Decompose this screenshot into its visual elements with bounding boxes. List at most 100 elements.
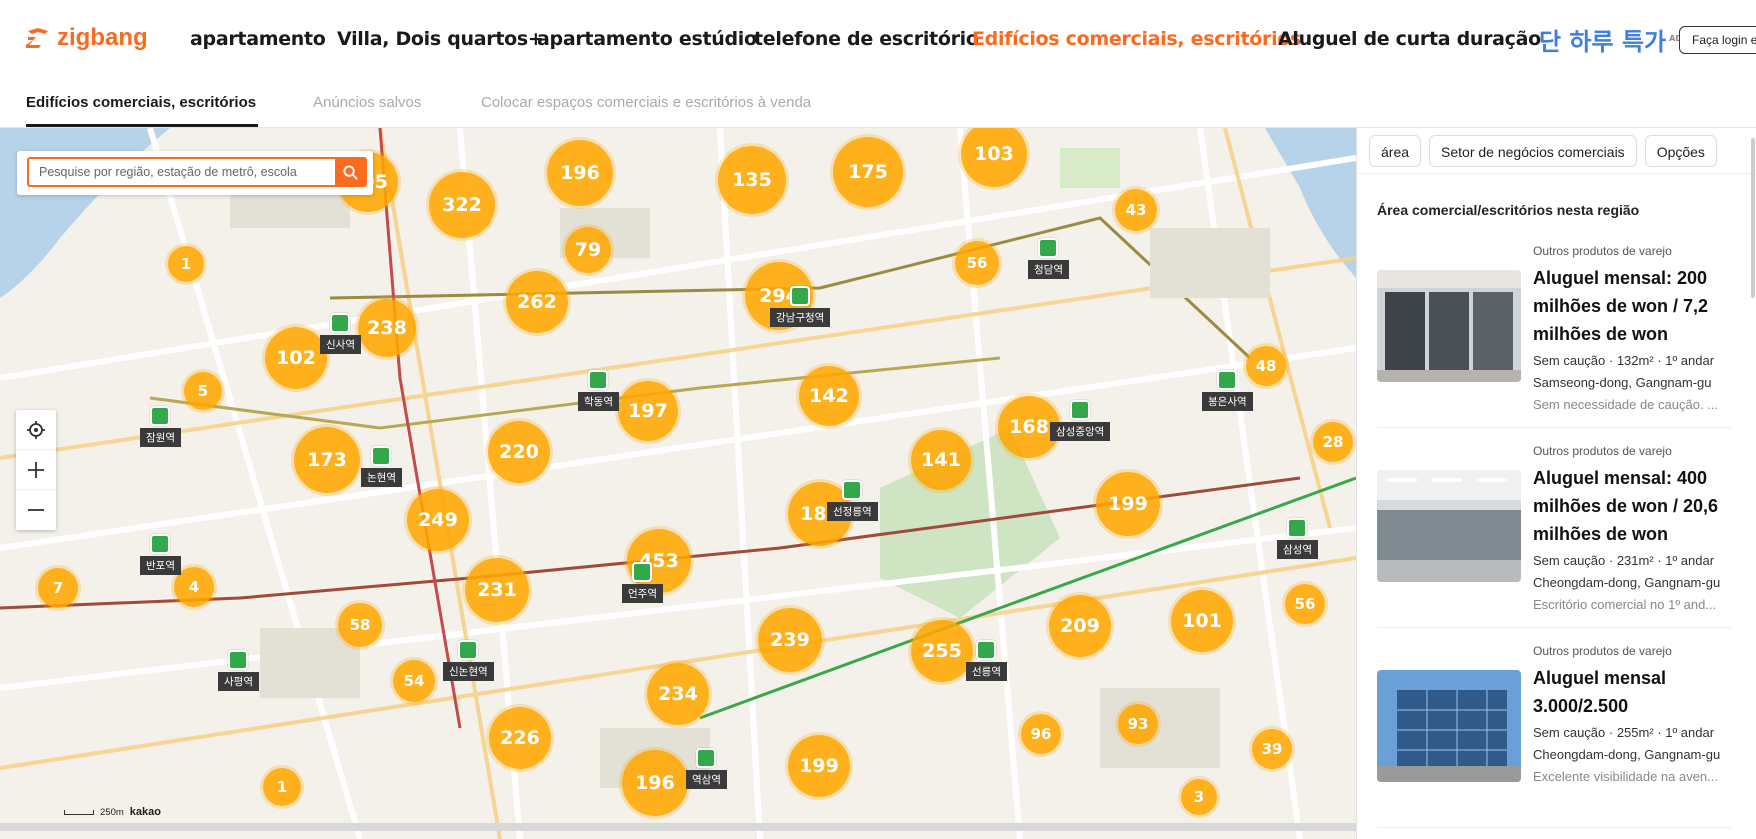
cluster-marker[interactable]: 93 <box>1118 704 1158 744</box>
panel-scrollbar[interactable] <box>1751 138 1755 298</box>
subway-station-marker[interactable]: 삼성역 <box>1277 518 1318 559</box>
cluster-marker[interactable]: 209 <box>1049 595 1111 657</box>
subway-station-marker[interactable]: 신논현역 <box>443 640 494 681</box>
listing-panel: área Setor de negócios comerciais Opções… <box>1356 128 1756 839</box>
tab-saved-listings[interactable]: Anúncios salvos <box>313 94 421 111</box>
nav-short-term-rental[interactable]: Aluguel de curta duração <box>1278 28 1541 50</box>
filter-area[interactable]: área <box>1369 134 1422 167</box>
filter-business-sector[interactable]: Setor de negócios comerciais <box>1429 134 1637 167</box>
cluster-marker[interactable]: 249 <box>407 489 469 551</box>
cluster-marker[interactable]: 56 <box>955 241 999 285</box>
cluster-marker[interactable]: 197 <box>618 381 678 441</box>
listing-specs: Sem caução · 132m² · 1º andar <box>1533 353 1715 368</box>
subway-station-marker[interactable]: 사평역 <box>218 650 259 691</box>
locate-icon <box>27 420 45 439</box>
cluster-marker[interactable]: 56 <box>1285 584 1325 624</box>
subway-station-marker[interactable]: 학동역 <box>578 370 619 411</box>
cluster-marker[interactable]: 196 <box>622 750 688 816</box>
zigbang-logo[interactable]: zigbang <box>25 24 148 52</box>
cluster-marker[interactable]: 255 <box>911 620 973 682</box>
nav-apartment[interactable]: apartamento <box>190 28 326 50</box>
map-provider-logo: kakao <box>129 806 161 818</box>
subway-station-marker[interactable]: 선릉역 <box>966 640 1007 681</box>
listing-description: Sem necessidade de caução. ... <box>1533 397 1719 412</box>
cluster-marker[interactable]: 102 <box>265 327 327 389</box>
cluster-marker[interactable]: 239 <box>758 608 822 672</box>
cluster-marker[interactable]: 54 <box>393 660 435 702</box>
cluster-marker[interactable]: 238 <box>358 299 416 357</box>
zigbang-logo-icon <box>26 28 48 48</box>
cluster-marker[interactable]: 199 <box>1096 472 1160 536</box>
cluster-marker[interactable]: 231 <box>465 558 529 622</box>
listing-card[interactable]: Outros produtos de varejo Aluguel mensal… <box>1377 440 1731 628</box>
subway-station-marker[interactable]: 역삼역 <box>686 748 727 789</box>
subway-station-marker[interactable]: 잠원역 <box>140 406 181 447</box>
cluster-marker[interactable]: 135 <box>718 146 786 214</box>
station-name: 사평역 <box>218 672 259 691</box>
map-canvas[interactable]: 3053221961351751034379561262294238102519… <box>0 128 1356 839</box>
cluster-marker[interactable]: 3 <box>1181 779 1217 815</box>
cluster-marker[interactable]: 96 <box>1021 714 1061 754</box>
cluster-marker[interactable]: 226 <box>489 707 551 769</box>
cluster-marker[interactable]: 196 <box>547 140 613 206</box>
subway-station-marker[interactable]: 논현역 <box>361 446 402 487</box>
cluster-marker[interactable]: 234 <box>647 663 709 725</box>
subway-icon <box>458 640 479 660</box>
cluster-marker[interactable]: 39 <box>1252 729 1292 769</box>
cluster-marker[interactable]: 1 <box>263 768 301 806</box>
nav-studio[interactable]: apartamento estúdio <box>537 28 757 50</box>
subway-station-marker[interactable]: 선정릉역 <box>827 480 878 521</box>
cluster-marker[interactable]: 7 <box>38 568 78 608</box>
listing-specs: Sem caução · 231m² · 1º andar <box>1533 553 1715 568</box>
promo-text: 단 하루 특가 <box>1539 28 1667 56</box>
subway-station-marker[interactable]: 봉은사역 <box>1202 370 1253 411</box>
minus-icon <box>28 509 44 511</box>
cluster-marker[interactable]: 5 <box>184 372 222 410</box>
subway-station-marker[interactable]: 강남구청역 <box>770 286 831 327</box>
station-name: 삼성중앙역 <box>1050 422 1111 441</box>
listing-title: Aluguel mensal: 400 milhões de won / 20,… <box>1533 468 1719 544</box>
cluster-marker[interactable]: 79 <box>565 227 611 273</box>
tab-list-property-for-sale[interactable]: Colocar espaços comerciais e escritórios… <box>481 94 811 111</box>
cluster-marker[interactable]: 43 <box>1115 189 1157 231</box>
cluster-marker[interactable]: 262 <box>506 271 568 333</box>
subway-station-marker[interactable]: 신사역 <box>320 313 361 354</box>
horizontal-scrollbar[interactable] <box>0 823 1400 831</box>
zoom-in-button[interactable] <box>16 450 56 490</box>
subway-station-marker[interactable]: 반포역 <box>140 534 181 575</box>
nav-office-phone[interactable]: telefone de escritório <box>754 28 979 50</box>
cluster-marker[interactable]: 220 <box>488 421 550 483</box>
zoom-out-button[interactable] <box>16 490 56 530</box>
cluster-marker[interactable]: 1 <box>168 246 204 282</box>
cluster-marker[interactable]: 175 <box>833 137 903 207</box>
login-button[interactable]: Faça login e <box>1679 26 1756 54</box>
search-input[interactable] <box>29 159 335 185</box>
listing-location: Cheongdam-dong, Gangnam-gu <box>1533 747 1721 762</box>
subway-station-marker[interactable]: 삼성중앙역 <box>1050 400 1111 441</box>
search-box <box>17 151 373 195</box>
cluster-marker[interactable]: 28 <box>1313 422 1353 462</box>
cluster-marker[interactable]: 141 <box>911 430 971 490</box>
tab-commercial-buildings[interactable]: Edifícios comerciais, escritórios <box>26 94 256 111</box>
filter-options[interactable]: Opções <box>1644 134 1717 167</box>
search-icon <box>342 164 358 180</box>
locate-button[interactable] <box>16 410 56 450</box>
cluster-marker[interactable]: 173 <box>294 427 360 493</box>
listing-card[interactable]: Outros produtos de varejo Aluguel mensal… <box>1377 240 1731 428</box>
search-button[interactable] <box>335 158 365 186</box>
cluster-marker[interactable]: 322 <box>429 172 495 238</box>
cluster-marker[interactable]: 142 <box>799 366 859 426</box>
promo-banner[interactable]: 단 하루 특가 AD <box>1539 22 1682 57</box>
nav-commercial-buildings[interactable]: Edifícios comerciais, escritórios <box>972 28 1301 50</box>
subway-station-marker[interactable]: 언주역 <box>622 562 663 603</box>
subway-icon <box>842 480 863 500</box>
subway-station-marker[interactable]: 청담역 <box>1028 238 1069 279</box>
nav-villa[interactable]: Villa, Dois quartos+ <box>337 28 544 50</box>
listing-location: Cheongdam-dong, Gangnam-gu <box>1533 575 1721 590</box>
listing-category: Outros produtos de varejo <box>1533 644 1672 658</box>
station-name: 봉은사역 <box>1202 392 1253 411</box>
cluster-marker[interactable]: 58 <box>338 603 382 647</box>
listing-card[interactable]: Outros produtos de varejo Aluguel mensal… <box>1377 640 1731 828</box>
cluster-marker[interactable]: 101 <box>1171 590 1233 652</box>
cluster-marker[interactable]: 199 <box>788 735 850 797</box>
